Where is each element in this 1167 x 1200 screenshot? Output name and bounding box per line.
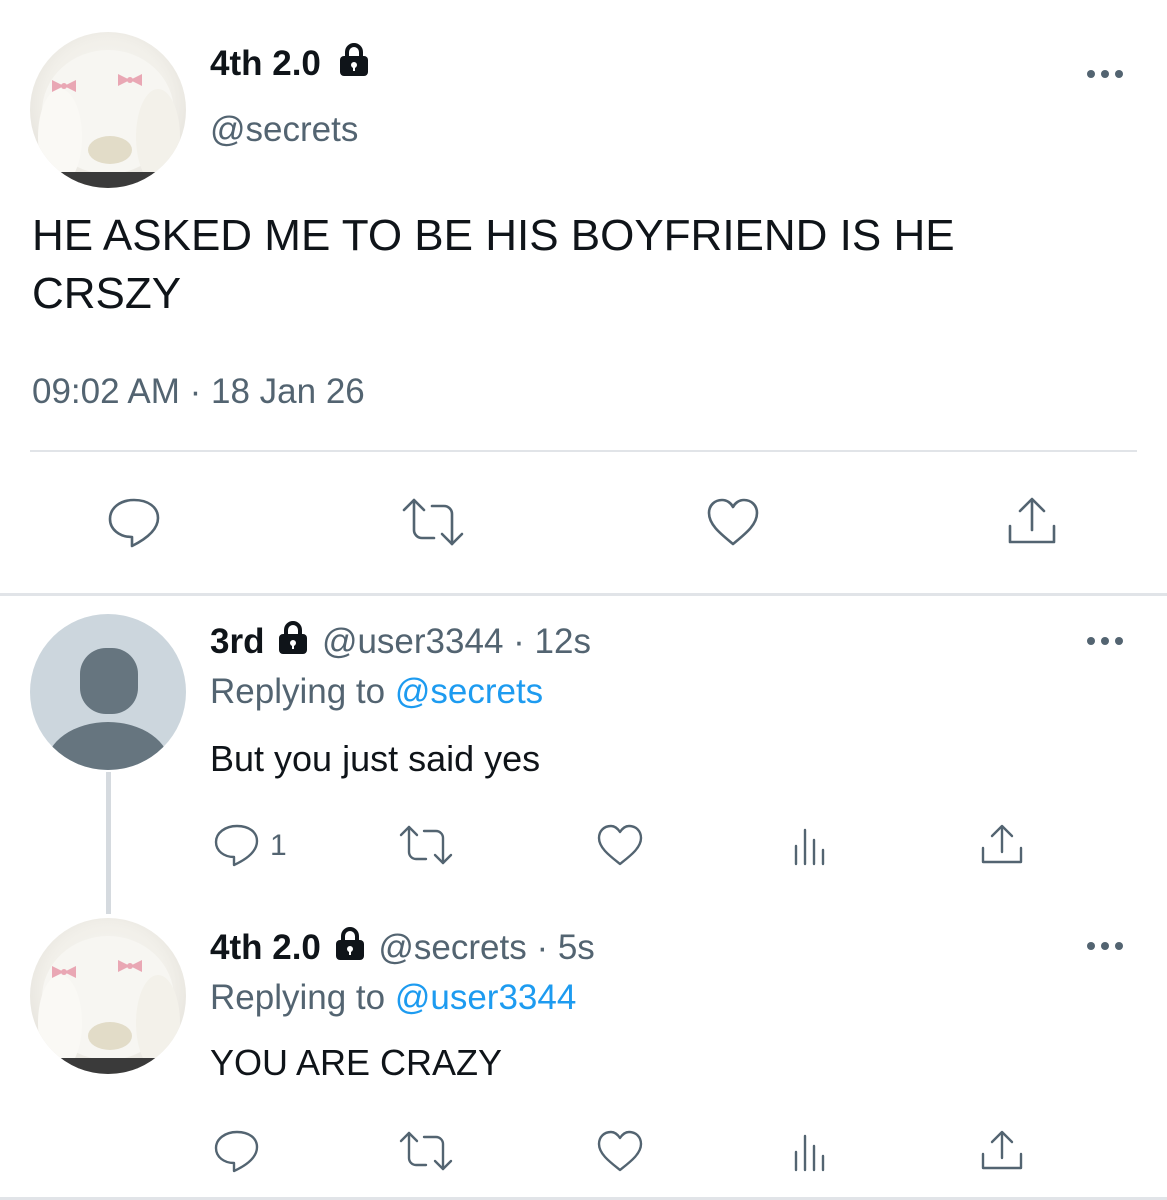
handle[interactable]: @secrets bbox=[378, 928, 526, 967]
thread-line bbox=[106, 772, 111, 914]
separator: · bbox=[536, 928, 549, 967]
like-icon[interactable] bbox=[595, 1128, 645, 1174]
mention-link[interactable]: @secrets bbox=[395, 672, 543, 711]
handle[interactable]: @secrets bbox=[210, 108, 358, 152]
separator: · bbox=[189, 372, 202, 411]
replying-to: Replying to @user3344 bbox=[210, 976, 576, 1020]
replying-to: Replying to @secrets bbox=[210, 670, 543, 714]
tweet-text-line2: CRSZY bbox=[32, 269, 182, 318]
retweet-icon[interactable] bbox=[396, 822, 456, 868]
display-name[interactable]: 3rd bbox=[210, 622, 264, 661]
tweet-text-line1: HE ASKED ME TO BE HIS BOYFRIEND IS HE bbox=[32, 211, 955, 260]
mention-link[interactable]: @user3344 bbox=[395, 978, 576, 1017]
avatar[interactable] bbox=[30, 918, 186, 1074]
lock-icon bbox=[331, 42, 373, 88]
retweet-icon[interactable] bbox=[398, 494, 468, 550]
avatar[interactable] bbox=[30, 32, 186, 188]
tweet-date: 18 Jan 26 bbox=[211, 372, 365, 411]
tweet-age: 12s bbox=[534, 622, 591, 661]
more-options-icon[interactable] bbox=[1085, 939, 1125, 953]
reply-text: YOU ARE CRAZY bbox=[210, 1042, 503, 1083]
analytics-icon[interactable] bbox=[790, 1128, 830, 1174]
timestamp[interactable]: 09:02 AM · 18 Jan 26 bbox=[32, 370, 365, 414]
section-divider bbox=[0, 593, 1167, 596]
tweet-time: 09:02 AM bbox=[32, 372, 180, 411]
reply-header: 4th 2.0 @secrets · 5s bbox=[210, 926, 595, 972]
reply-icon[interactable] bbox=[212, 1128, 262, 1174]
separator: · bbox=[513, 622, 525, 661]
display-name[interactable]: 4th 2.0 bbox=[210, 44, 321, 83]
bunny-avatar-image bbox=[30, 936, 186, 1074]
bunny-avatar-image bbox=[30, 50, 186, 188]
lock-icon bbox=[274, 620, 312, 666]
lock-icon bbox=[331, 926, 369, 972]
share-icon[interactable] bbox=[977, 822, 1027, 868]
more-options-icon[interactable] bbox=[1085, 67, 1125, 81]
default-avatar[interactable] bbox=[30, 614, 186, 770]
display-name[interactable]: 4th 2.0 bbox=[210, 928, 321, 967]
tweet-age: 5s bbox=[557, 928, 595, 967]
retweet-icon[interactable] bbox=[396, 1128, 456, 1174]
like-icon[interactable] bbox=[703, 494, 763, 550]
default-profile-icon bbox=[46, 648, 170, 770]
share-icon[interactable] bbox=[1002, 494, 1062, 550]
share-icon[interactable] bbox=[977, 1128, 1027, 1174]
replying-to-label: Replying to bbox=[210, 978, 386, 1017]
replying-to-label: Replying to bbox=[210, 672, 386, 711]
reply-count: 1 bbox=[270, 829, 287, 862]
reply-icon[interactable] bbox=[104, 494, 164, 550]
handle[interactable]: @user3344 bbox=[322, 622, 503, 661]
more-options-icon[interactable] bbox=[1085, 634, 1125, 648]
analytics-icon[interactable] bbox=[790, 822, 830, 868]
reply-text: But you just said yes bbox=[210, 738, 541, 779]
reply-header: 3rd @user3344 · 12s bbox=[210, 620, 591, 666]
reply-icon[interactable] bbox=[212, 822, 262, 868]
like-icon[interactable] bbox=[595, 822, 645, 868]
divider bbox=[30, 450, 1137, 452]
